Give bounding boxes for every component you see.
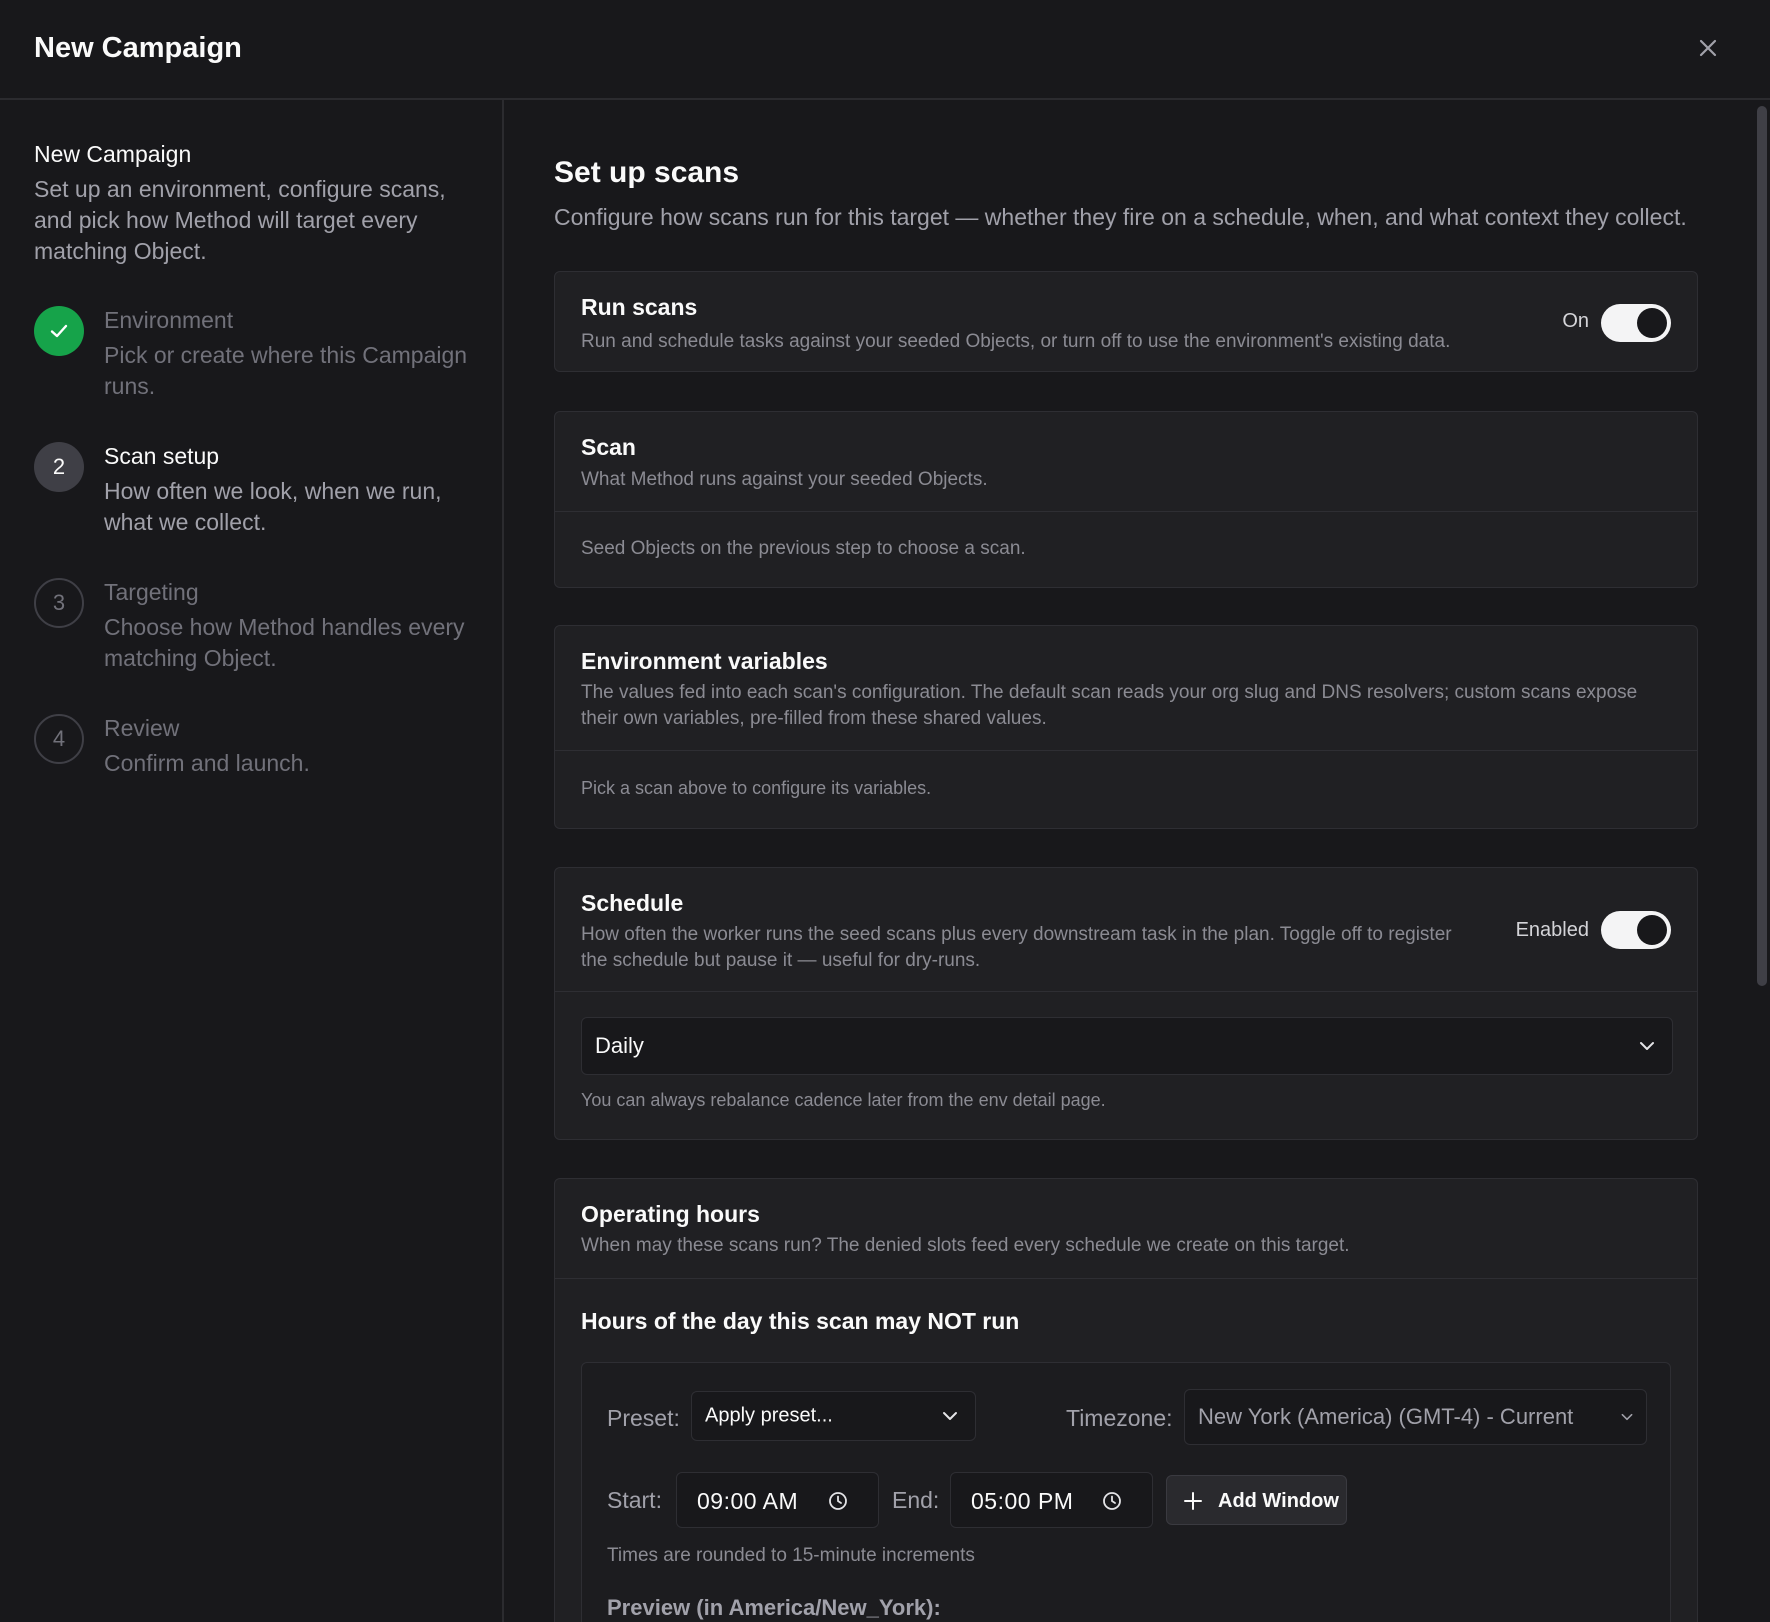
- scan-empty-note: Seed Objects on the previous step to cho…: [581, 538, 1026, 559]
- toggle-knob: [1637, 915, 1667, 945]
- timezone-label: Timezone:: [1066, 1405, 1173, 1431]
- section-title: Hours of the day this scan may NOT run: [581, 1308, 1020, 1334]
- step-title: Targeting: [104, 579, 199, 605]
- step-description: How often we look, when we run, what we …: [104, 478, 442, 535]
- card-title: Operating hours: [581, 1201, 760, 1227]
- sidebar-title: New Campaign: [34, 141, 192, 167]
- add-window-button[interactable]: Add Window: [1166, 1475, 1347, 1525]
- rounding-note: Times are rounded to 15-minute increment…: [607, 1545, 975, 1566]
- check-icon: [34, 306, 84, 356]
- end-time-value: 05:00 PM: [971, 1488, 1074, 1514]
- scrollbar[interactable]: [1757, 106, 1767, 986]
- step-title: Scan setup: [104, 443, 220, 469]
- page-description: Configure how scans run for this target …: [554, 204, 1687, 230]
- chevron-down-icon: [1621, 1413, 1633, 1421]
- step-number: 4: [34, 714, 84, 764]
- chevron-down-icon: [943, 1412, 957, 1420]
- card-description: The values fed into each scan's configur…: [581, 682, 1638, 729]
- card-title: Run scans: [581, 294, 698, 320]
- hours-panel: Preset: Apply preset... Timezone: New Yo…: [581, 1362, 1671, 1622]
- wizard-sidebar: New Campaign Set up an environment, conf…: [0, 100, 504, 1622]
- step-number: 3: [34, 578, 84, 628]
- env-vars-empty-note: Pick a scan above to configure its varia…: [581, 778, 932, 798]
- plus-icon: [1184, 1492, 1202, 1510]
- frequency-select[interactable]: Daily: [581, 1017, 1673, 1075]
- run-scans-card: Run scans Run and schedule tasks against…: [554, 271, 1698, 372]
- environment-variables-card: Environment variables The values fed int…: [554, 625, 1698, 829]
- step-description: Choose how Method handles every matching…: [104, 614, 465, 671]
- step-number: 2: [34, 442, 84, 492]
- timezone-select[interactable]: New York (America) (GMT-4) - Current: [1184, 1389, 1647, 1445]
- divider: [555, 750, 1697, 751]
- scan-card: Scan What Method runs against your seede…: [554, 411, 1698, 588]
- dialog-title: New Campaign: [34, 32, 242, 64]
- step-title: Environment: [104, 307, 234, 333]
- schedule-note: You can always rebalance cadence later f…: [581, 1090, 1106, 1110]
- end-time-input[interactable]: 05:00 PM: [950, 1472, 1153, 1528]
- divider: [555, 1278, 1697, 1279]
- toggle-label: On: [1562, 310, 1589, 332]
- step-description: Pick or create where this Campaign runs.: [104, 342, 468, 399]
- toggle-knob: [1637, 308, 1667, 338]
- start-time-value: 09:00 AM: [697, 1488, 799, 1514]
- end-label: End:: [892, 1487, 940, 1513]
- chevron-down-icon: [1640, 1042, 1654, 1050]
- start-label: Start:: [607, 1487, 662, 1513]
- start-time-input[interactable]: 09:00 AM: [676, 1472, 879, 1528]
- card-description: Run and schedule tasks against your seed…: [581, 331, 1451, 352]
- card-title: Environment variables: [581, 648, 828, 674]
- clock-icon[interactable]: [1102, 1491, 1122, 1511]
- sidebar-description: Set up an environment, configure scans, …: [34, 176, 446, 264]
- dialog-header: New Campaign: [0, 0, 1770, 100]
- preset-select[interactable]: Apply preset...: [691, 1391, 976, 1441]
- run-scans-toggle[interactable]: [1601, 304, 1671, 342]
- page-title: Set up scans: [554, 156, 740, 189]
- card-description: When may these scans run? The denied slo…: [581, 1235, 1350, 1256]
- add-window-label: Add Window: [1218, 1490, 1339, 1512]
- preset-value: Apply preset...: [705, 1404, 833, 1427]
- card-title: Schedule: [581, 890, 684, 916]
- card-description: What Method runs against your seeded Obj…: [581, 469, 988, 490]
- timezone-value: New York (America) (GMT-4) - Current: [1198, 1404, 1574, 1429]
- preview-label: Preview (in America/New_York):: [607, 1595, 941, 1620]
- clock-icon[interactable]: [828, 1491, 848, 1511]
- toggle-label: Enabled: [1515, 919, 1589, 941]
- card-title: Scan: [581, 434, 636, 460]
- preset-label: Preset:: [607, 1405, 680, 1431]
- divider: [555, 511, 1697, 512]
- operating-hours-card: Operating hours When may these scans run…: [554, 1178, 1698, 1622]
- frequency-value: Daily: [595, 1033, 644, 1058]
- card-description: How often the worker runs the seed scans…: [581, 924, 1452, 971]
- schedule-toggle[interactable]: [1601, 911, 1671, 949]
- step-title: Review: [104, 715, 180, 741]
- main-content: Set up scans Configure how scans run for…: [504, 100, 1770, 1622]
- divider: [555, 991, 1697, 992]
- schedule-card: Schedule How often the worker runs the s…: [554, 867, 1698, 1140]
- step-description: Confirm and launch.: [104, 750, 310, 776]
- close-icon[interactable]: [1694, 34, 1722, 62]
